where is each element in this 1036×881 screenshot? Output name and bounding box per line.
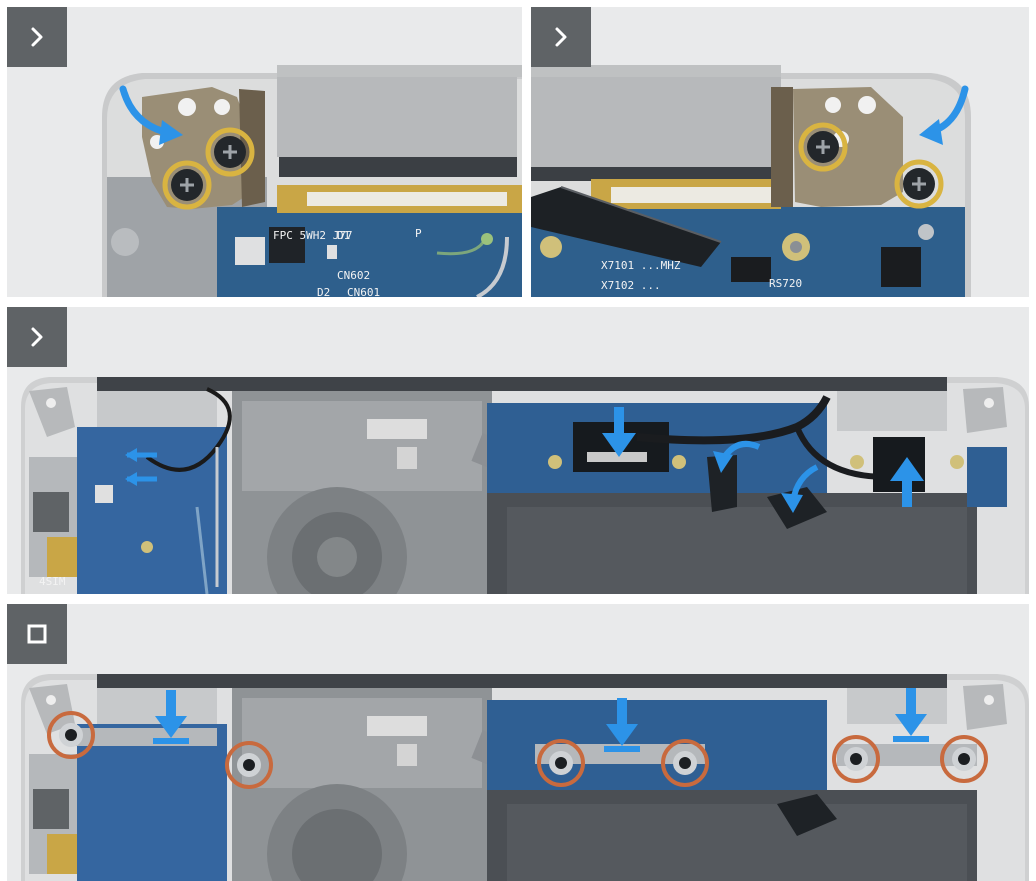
step-3-illustration: 4SIM: [21, 377, 1029, 594]
camera-cable-connector: [873, 437, 925, 492]
step-4-panel: [7, 604, 1029, 881]
step-2-panel: X7101 ...MHZ X7102 ... RS720: [531, 7, 1029, 297]
hinge-screw-lower: [894, 159, 944, 209]
label-ram: RS720: [769, 277, 802, 290]
step-3-badge: [7, 307, 67, 367]
hinge-screw-upper: [205, 127, 255, 177]
label-d2: D2: [317, 286, 330, 297]
label-chip-code-2: X7102 ...: [601, 279, 661, 292]
step-4-illustration: [21, 674, 1029, 881]
step-3-panel: 4SIM: [7, 307, 1029, 594]
step-1-illustration: D1 P CN602 D2 CN601 FPC 5WH2 J77: [102, 65, 522, 297]
step-1-panel: D1 P CN602 D2 CN601 FPC 5WH2 J77: [7, 7, 522, 297]
label-sim: 4SIM: [39, 575, 66, 588]
chevron-right-icon: [555, 27, 567, 47]
label-chip-code: X7101 ...MHZ: [601, 259, 681, 272]
label-p: P: [415, 227, 422, 240]
step-2-badge: [531, 7, 591, 67]
hinge-screw-lower: [162, 160, 212, 210]
stop-square-icon: [27, 624, 47, 644]
chevron-right-icon: [31, 27, 43, 47]
step-4-badge: [7, 604, 67, 664]
step-2-illustration: X7101 ...MHZ X7102 ... RS720: [531, 65, 971, 297]
label-cn601: CN601: [347, 286, 380, 297]
step-1-badge: [7, 7, 67, 67]
chevron-right-icon: [31, 327, 43, 347]
label-fpc: FPC 5WH2 J77: [273, 229, 352, 242]
label-cn602: CN602: [337, 269, 370, 282]
io-board: [77, 724, 227, 881]
hinge-screw-upper: [798, 122, 848, 172]
